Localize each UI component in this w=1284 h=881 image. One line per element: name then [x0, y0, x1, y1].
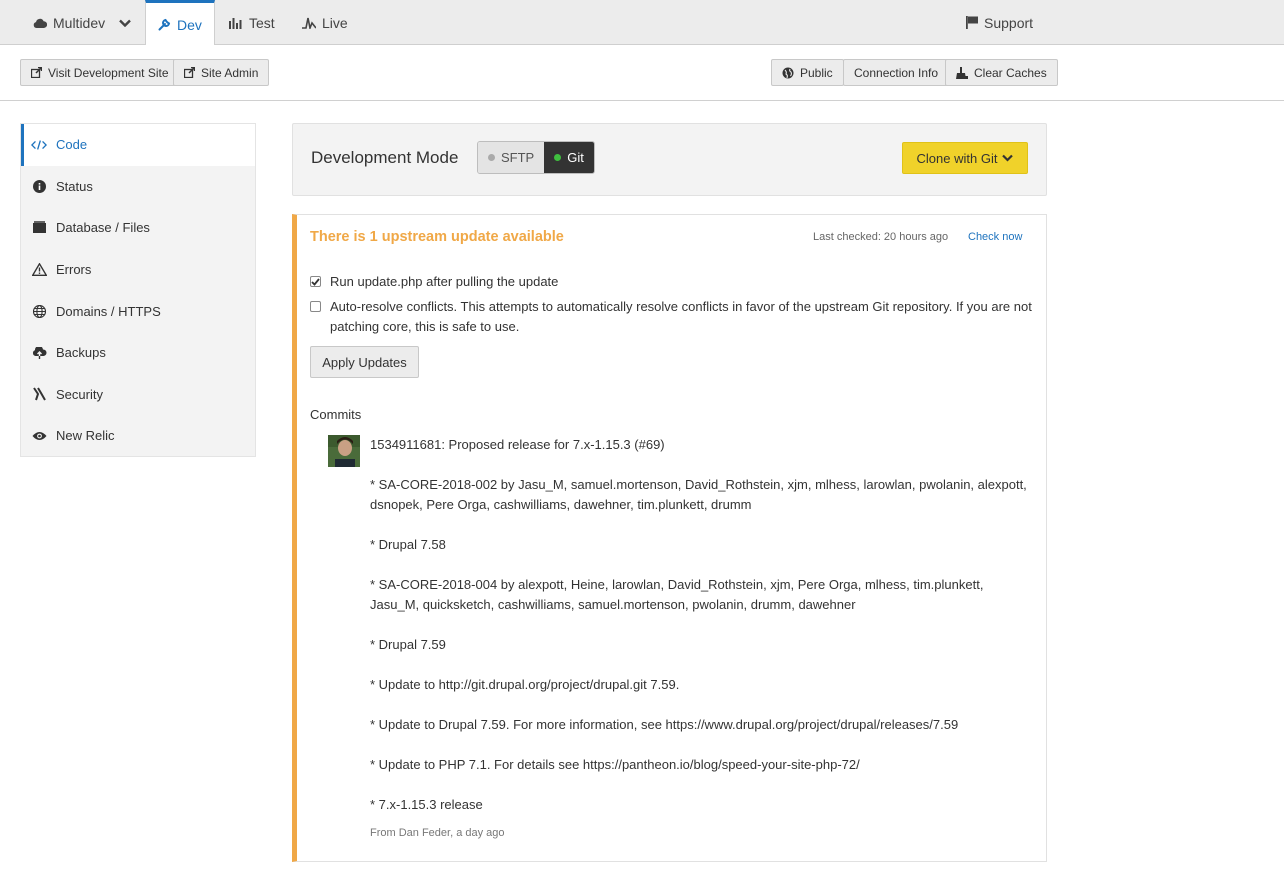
sidebar-item-label: Domains / HTTPS — [56, 303, 161, 319]
commit-message: 1534911681: Proposed release for 7.x-1.1… — [370, 435, 1035, 843]
avatar — [328, 435, 360, 467]
eye-icon — [31, 431, 47, 441]
site-toolbar: Visit Development Site Site Admin Public… — [0, 45, 1284, 101]
auto-resolve-option: Auto-resolve conflicts. This attempts to… — [310, 297, 1035, 337]
sidebar-item-code[interactable]: Code — [21, 124, 255, 166]
upstream-updates-panel: There is 1 upstream update available Las… — [292, 214, 1047, 862]
site-admin-button[interactable]: Site Admin — [173, 59, 270, 86]
sidebar-item-status[interactable]: Status — [21, 166, 255, 208]
run-update-php-option: Run update.php after pulling the update — [310, 272, 558, 292]
globe-icon — [31, 304, 47, 318]
tab-test[interactable]: Test — [229, 0, 275, 45]
development-mode-toggle: SFTP Git — [477, 141, 595, 174]
support-label: Support — [984, 14, 1034, 31]
development-mode-title: Development Mode — [311, 148, 459, 167]
sidebar-item-errors[interactable]: Errors — [21, 249, 255, 291]
commit-line: * 7.x-1.15.3 release — [370, 797, 483, 812]
broom-icon — [956, 66, 968, 79]
upstream-update-title: There is 1 upstream update available — [310, 229, 564, 245]
code-icon — [31, 139, 47, 151]
warning-icon — [31, 263, 47, 277]
check-now-link[interactable]: Check now — [968, 231, 1022, 243]
tab-multidev-label: Multidev — [53, 14, 106, 31]
sidebar-item-domains-https[interactable]: Domains / HTTPS — [21, 290, 255, 332]
cloud-upload-icon — [31, 346, 47, 359]
commit-line: * Update to PHP 7.1. For details see htt… — [370, 757, 860, 772]
external-link-icon — [184, 67, 195, 78]
apply-updates-button[interactable]: Apply Updates — [310, 346, 419, 378]
auto-resolve-checkbox[interactable] — [310, 301, 321, 312]
visit-development-site-label: Visit Development Site — [48, 65, 169, 80]
commits-heading: Commits — [310, 407, 362, 422]
flag-icon — [966, 16, 978, 29]
public-button[interactable]: Public — [771, 59, 844, 86]
last-checked-text: Last checked: 20 hours ago — [813, 231, 949, 243]
site-sidebar-nav: Code Status Database / Files Errors Doma… — [20, 123, 256, 457]
pulse-icon — [302, 17, 316, 29]
sidebar-item-database-files[interactable]: Database / Files — [21, 207, 255, 249]
run-update-php-label: Run update.php after pulling the update — [330, 274, 559, 289]
visit-development-site-button[interactable]: Visit Development Site — [20, 59, 180, 86]
sidebar-item-label: Errors — [56, 262, 92, 278]
commit-author-time: From Dan Feder, a day ago — [370, 827, 505, 839]
clone-with-git-label: Clone with Git — [916, 150, 998, 166]
tab-live-label: Live — [322, 14, 348, 31]
tab-test-label: Test — [249, 14, 275, 31]
commit-line: 1534911681: Proposed release for 7.x-1.1… — [370, 437, 665, 452]
support-link[interactable]: Support — [966, 0, 1033, 45]
sidebar-item-label: New Relic — [56, 428, 115, 444]
git-mode-option[interactable]: Git — [544, 142, 594, 173]
clear-caches-label: Clear Caches — [974, 65, 1047, 80]
commit-line: * Drupal 7.58 — [370, 537, 446, 552]
public-label: Public — [800, 65, 833, 80]
commit-line: * SA-CORE-2018-002 by Jasu_M, samuel.mor… — [370, 477, 1027, 512]
security-icon — [31, 387, 47, 401]
database-icon — [31, 221, 47, 234]
checkmark-icon — [311, 277, 320, 286]
status-dot-icon — [554, 154, 562, 161]
connection-info-label: Connection Info — [854, 65, 939, 80]
globe-icon — [782, 67, 794, 78]
sidebar-item-label: Database / Files — [56, 220, 150, 236]
clone-with-git-button[interactable]: Clone with Git — [902, 142, 1028, 174]
run-update-php-checkbox[interactable] — [310, 276, 321, 287]
sidebar-item-new-relic[interactable]: New Relic — [21, 415, 255, 457]
info-icon — [31, 179, 47, 193]
site-admin-label: Site Admin — [201, 65, 259, 80]
sidebar-item-backups[interactable]: Backups — [21, 332, 255, 374]
chevron-down-icon — [1002, 154, 1014, 162]
tab-dev-label: Dev — [177, 16, 202, 33]
auto-resolve-label: Auto-resolve conflicts. This attempts to… — [330, 299, 1032, 334]
external-link-icon — [31, 67, 42, 78]
commit-line: * Update to Drupal 7.59. For more inform… — [370, 717, 959, 732]
tab-live[interactable]: Live — [302, 0, 348, 45]
sidebar-item-label: Status — [56, 178, 93, 194]
sidebar-item-security[interactable]: Security — [21, 374, 255, 416]
chevron-down-icon — [119, 19, 131, 27]
tab-multidev[interactable]: Multidev — [33, 0, 131, 45]
status-dot-icon — [488, 154, 495, 161]
sidebar-item-label: Code — [56, 137, 88, 153]
development-mode-panel: Development Mode SFTP Git Clone with Git — [292, 123, 1047, 196]
sftp-mode-option[interactable]: SFTP — [478, 142, 545, 173]
clear-caches-button[interactable]: Clear Caches — [945, 59, 1058, 86]
apply-updates-label: Apply Updates — [322, 354, 407, 370]
commit-line: * Update to http://git.drupal.org/projec… — [370, 677, 680, 692]
commit-line: * Drupal 7.59 — [370, 637, 446, 652]
environment-tabs: Multidev Dev Test Live Support — [0, 0, 1284, 46]
wrench-icon — [158, 18, 171, 31]
connection-info-button[interactable]: Connection Info — [843, 59, 950, 86]
cloud-icon — [33, 18, 47, 28]
commit-line: * SA-CORE-2018-004 by alexpott, Heine, l… — [370, 577, 984, 612]
git-label: Git — [567, 150, 584, 165]
sidebar-item-label: Security — [56, 386, 103, 402]
bar-chart-icon — [229, 17, 242, 29]
tab-dev[interactable]: Dev — [145, 0, 215, 46]
sidebar-item-label: Backups — [56, 345, 106, 361]
sftp-label: SFTP — [501, 150, 535, 165]
